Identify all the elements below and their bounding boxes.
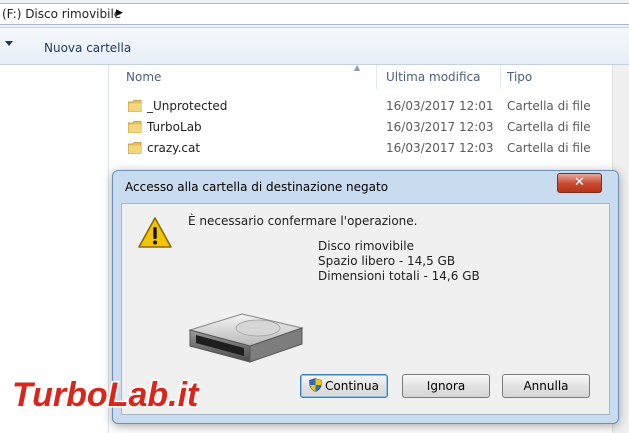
close-button[interactable]: ✕ [557,173,602,193]
cancel-label: Annulla [523,379,569,393]
address-bar: (F:) Disco rimovibile ▶ [0,0,629,28]
drive-total-size: Dimensioni totali - 14,6 GB [318,269,480,283]
file-row[interactable]: TurboLab 16/03/2017 12:03 Cartella di fi… [109,117,629,138]
file-row[interactable]: _Unprotected 16/03/2017 12:01 Cartella d… [109,96,629,117]
cancel-button[interactable]: Annulla [502,374,590,398]
column-type[interactable]: Tipo [507,70,532,84]
watermark-text: TurboLab.it [12,376,200,414]
file-name: crazy.cat [147,141,201,155]
file-type: Cartella di file [507,120,591,134]
sort-ascending-icon: ▲ [354,63,361,72]
confirm-message: È necessario confermare l'operazione. [188,214,418,228]
new-folder-button[interactable]: Nuova cartella [44,41,131,55]
uac-shield-icon [309,378,322,392]
folder-icon [128,100,142,112]
continue-button[interactable]: Continua [300,374,388,398]
file-list-header: ▲ Nome Ultima modifica Tipo [109,63,629,89]
dialog-title: Accesso alla cartella di destinazione ne… [125,180,389,194]
address-path: (F:) Disco rimovibile [2,7,122,21]
ignore-button[interactable]: Ignora [402,374,490,398]
removable-drive-icon [188,313,304,363]
column-name[interactable]: Nome [126,70,161,84]
toolbar: Nuova cartella [0,28,629,65]
organize-dropdown-icon[interactable] [5,41,13,46]
drive-name: Disco rimovibile [318,239,414,253]
warning-icon [138,217,172,248]
file-name: TurboLab [147,120,202,134]
file-type: Cartella di file [507,141,591,155]
drive-details: Disco rimovibile Spazio libero - 14,5 GB… [318,239,480,284]
file-row[interactable]: crazy.cat 16/03/2017 12:03 Cartella di f… [109,138,629,159]
column-separator[interactable] [376,65,377,89]
folder-icon [128,121,142,133]
continue-label: Continua [325,379,379,393]
file-name: _Unprotected [147,99,228,113]
turbolab-watermark-logo: TurboLab.it [11,375,202,416]
address-field[interactable]: (F:) Disco rimovibile ▶ [0,3,629,25]
file-modified: 16/03/2017 12:01 [386,99,494,113]
folder-icon [128,142,142,154]
close-icon: ✕ [574,175,585,190]
column-modified[interactable]: Ultima modifica [386,70,481,84]
file-type: Cartella di file [507,99,591,113]
file-modified: 16/03/2017 12:03 [386,120,494,134]
ignore-label: Ignora [426,379,466,393]
column-separator[interactable] [500,65,501,89]
breadcrumb-arrow-icon[interactable]: ▶ [116,8,123,18]
drive-free-space: Spazio libero - 14,5 GB [318,254,456,268]
file-modified: 16/03/2017 12:03 [386,141,494,155]
